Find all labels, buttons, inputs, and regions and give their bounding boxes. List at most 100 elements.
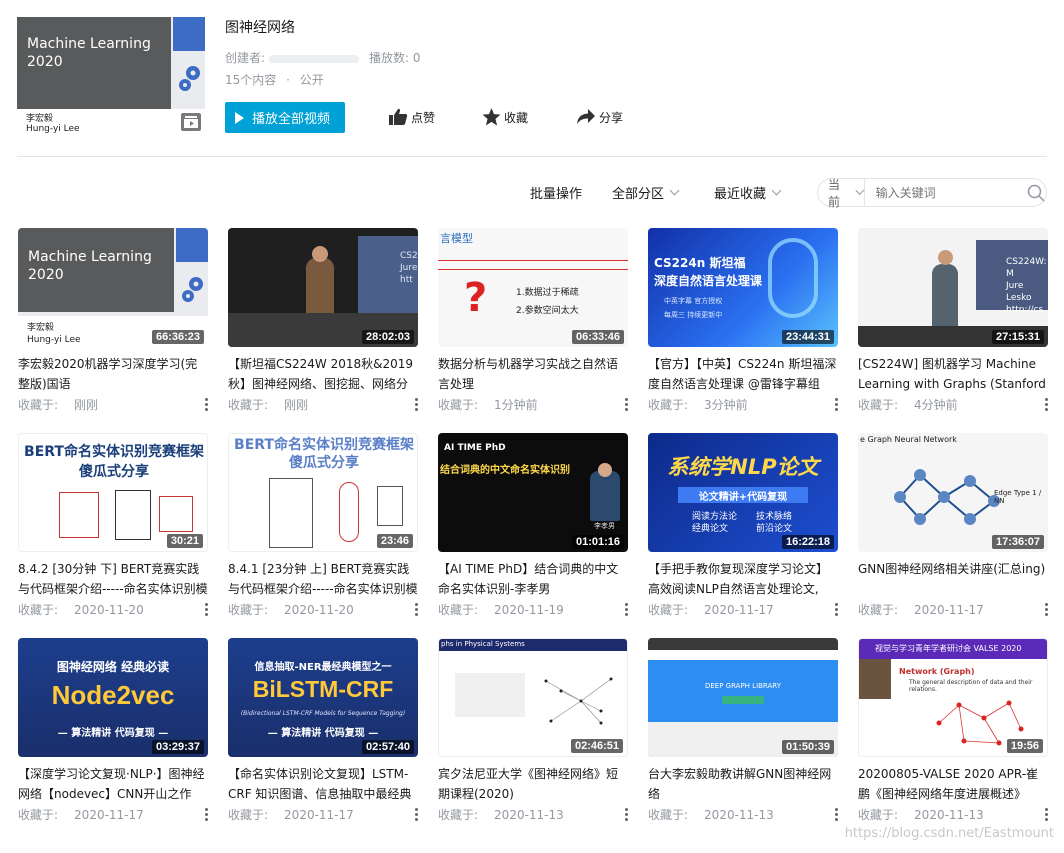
thumbnail-text-line: 阅读方法论 (692, 512, 738, 522)
video-card[interactable]: CS224W: M Jure Lesko http://cs 27:15:31 … (858, 228, 1048, 413)
video-title[interactable]: 【手把手教你复现深度学习论文】高效阅读NLP自然语言处理论文, (648, 559, 838, 599)
video-meta: 收藏于: 2020-11-17 (858, 601, 1048, 618)
favorited-date: 2020-11-17 (704, 603, 774, 617)
more-options-icon[interactable] (204, 602, 208, 617)
video-card[interactable]: 视觉与学习青年学者研讨会 VALSE 2020 Network (Graph) … (858, 638, 1048, 823)
batch-operation-button[interactable]: 批量操作 (530, 183, 582, 202)
video-thumbnail[interactable]: 系统学NLP论文 论文精讲+代码复现 阅读方法论 经典论文 技术脉络 前沿论文 … (648, 433, 838, 552)
thumbnail-text-line: 中英字幕 官方授权 (664, 297, 723, 305)
video-thumbnail[interactable]: 信息抽取-NER最经典模型之一 BiLSTM-CRF (Bidirectiona… (228, 638, 418, 757)
video-title[interactable]: 宾夕法尼亚大学《图神经网络》短期课程(2020) (438, 764, 628, 804)
more-options-icon[interactable] (414, 602, 418, 617)
more-options-icon[interactable] (624, 397, 628, 412)
more-options-icon[interactable] (414, 397, 418, 412)
cover-title-line2: 2020 (27, 54, 63, 70)
more-options-icon[interactable] (834, 602, 838, 617)
thumbnail-text-line: 言模型 (440, 232, 473, 245)
video-thumbnail[interactable]: CS224n 斯坦福 深度自然语言处理课 中英字幕 官方授权 每周三 持续更新中… (648, 228, 838, 347)
video-card[interactable]: 信息抽取-NER最经典模型之一 BiLSTM-CRF (Bidirectiona… (228, 638, 418, 823)
thumbnail-text-line: Machine Learning (28, 249, 152, 265)
thumbnail-text-line: Hung-yi Lee (27, 335, 81, 345)
like-button[interactable]: 点赞 (388, 108, 435, 126)
favorite-cover[interactable]: Machine Learning 2020 李宏毅 Hung-yi Lee (17, 17, 205, 135)
cover-dark-panel: Machine Learning 2020 (17, 17, 171, 109)
share-button[interactable]: 分享 (576, 108, 623, 126)
more-options-icon[interactable] (834, 397, 838, 412)
graph-network-diagram (894, 469, 1000, 525)
video-meta: 收藏于: 1分钟前 (438, 396, 628, 413)
video-title[interactable]: 台大李宏毅助教讲解GNN图神经网络 (648, 764, 838, 804)
video-title[interactable]: GNN图神经网络相关讲座(汇总ing) (858, 559, 1048, 599)
favorite-meta: 创建者: 播放数: 0 (225, 49, 421, 66)
video-thumbnail[interactable]: Machine Learning 2020 李宏毅 Hung-yi Lee 66… (18, 228, 208, 347)
video-duration: 30:21 (166, 534, 203, 548)
more-options-icon[interactable] (414, 807, 418, 822)
video-card[interactable]: BERT命名实体识别竞赛框架 傻瓜式分享 30:21 8.4.2 [30分钟 下… (18, 433, 208, 618)
video-thumbnail[interactable]: DEEP GRAPH LIBRARY 01:50:39 (648, 638, 838, 757)
video-title[interactable]: [CS224W] 图机器学习 Machine Learning with Gra… (858, 354, 1048, 394)
sort-dropdown[interactable]: 最近收藏 (714, 183, 782, 202)
thumbnail-text: AI TIME PhD (444, 443, 506, 453)
video-card[interactable]: ? 言模型 1.数据过于稀疏 2.参数空间太大 06:33:46 数据分析与机器… (438, 228, 628, 413)
more-options-icon[interactable] (624, 807, 628, 822)
favorited-label: 收藏于: (18, 603, 59, 617)
more-options-icon[interactable] (1044, 397, 1048, 412)
more-options-icon[interactable] (204, 397, 208, 412)
thumbnail-text-line: 经典论文 (692, 524, 729, 534)
video-card[interactable]: 图神经网络 经典必读 Node2vec — 算法精讲 代码复现 — 03:29:… (18, 638, 208, 823)
search-input[interactable] (864, 179, 1026, 206)
video-title[interactable]: 【官方】【中英】CS224n 斯坦福深度自然语言处理课 @雷锋字幕组 (648, 354, 838, 394)
star-icon (482, 108, 501, 126)
video-title[interactable]: 【斯坦福CS224W 2018秋&2019秋】图神经网络、图挖掘、网络分 (228, 354, 418, 394)
play-all-button[interactable]: 播放全部视频 (225, 102, 345, 133)
more-options-icon[interactable] (624, 602, 628, 617)
share-label: 分享 (599, 110, 624, 125)
thumbnail-subtext: Edge Type 1 / NN (994, 489, 1048, 505)
video-thumbnail[interactable]: ? 言模型 1.数据过于稀疏 2.参数空间太大 06:33:46 (438, 228, 628, 347)
video-thumbnail[interactable]: e Graph Neural Network Edge Type 1 / NN … (858, 433, 1048, 552)
video-title[interactable]: 【深度学习论文复现·NLP·】图神经网络【nodevec】CNN开山之作 (18, 764, 208, 804)
video-duration: 01:01:16 (571, 535, 624, 549)
video-card[interactable]: CS224n 斯坦福 深度自然语言处理课 中英字幕 官方授权 每周三 持续更新中… (648, 228, 838, 413)
search-button[interactable] (1026, 184, 1046, 202)
search-scope-dropdown[interactable]: 当前 (818, 178, 866, 209)
playlist-icon (181, 113, 201, 131)
more-options-icon[interactable] (1044, 602, 1048, 617)
visibility: 公开 (299, 73, 324, 87)
thumbnail-text-line: AI TIME PhD (444, 443, 506, 453)
video-card[interactable]: DEEP GRAPH LIBRARY 01:50:39 台大李宏毅助教讲解GNN… (648, 638, 838, 823)
play-count: 播放数: 0 (369, 51, 421, 65)
video-thumbnail[interactable]: BERT命名实体识别竞赛框架 傻瓜式分享 30:21 (18, 433, 208, 552)
more-options-icon[interactable] (204, 807, 208, 822)
video-thumbnail[interactable]: 视觉与学习青年学者研讨会 VALSE 2020 Network (Graph) … (858, 638, 1048, 757)
video-card[interactable]: phs in Physical Systems 02:46:51 宾夕法尼亚大学… (438, 638, 628, 823)
video-title[interactable]: 8.4.1 [23分钟 上] BERT竞赛实践与代码框架介绍-----命名实体识… (228, 559, 418, 599)
video-thumbnail[interactable]: phs in Physical Systems 02:46:51 (438, 638, 628, 757)
video-thumbnail[interactable]: CS2 Jure htt 28:02:03 (228, 228, 418, 347)
video-card[interactable]: Machine Learning 2020 李宏毅 Hung-yi Lee 66… (18, 228, 208, 413)
video-title[interactable]: 【命名实体识别论文复现】LSTM-CRF 知识图谱、信息抽取中最经典 (228, 764, 418, 804)
video-thumbnail[interactable]: BERT命名实体识别竞赛框架 傻瓜式分享 23:46 (228, 433, 418, 552)
video-thumbnail[interactable]: AI TIME PhD 结合词典的中文命名实体识别 李孝男 01:01:16 (438, 433, 628, 552)
favorited-time: 收藏于: 2020-11-20 (18, 601, 144, 618)
thumbnail-text: CS224W: M Jure Lesko http://cs (1006, 256, 1048, 316)
thumbnail-text: 信息抽取-NER最经典模型之一 (228, 658, 418, 673)
video-card[interactable]: CS2 Jure htt 28:02:03 【斯坦福CS224W 2018秋&2… (228, 228, 418, 413)
favorite-button[interactable]: 收藏 (482, 108, 528, 126)
thumbnail-text-line: 每周三 持续更新中 (664, 311, 723, 319)
video-title[interactable]: 李宏毅2020机器学习深度学习(完整版)国语 (18, 354, 208, 394)
thumbnail-text-line: 2.参数空间太大 (516, 306, 579, 316)
more-options-icon[interactable] (1044, 807, 1048, 822)
video-card[interactable]: AI TIME PhD 结合词典的中文命名实体识别 李孝男 01:01:16 【… (438, 433, 628, 618)
video-thumbnail[interactable]: CS224W: M Jure Lesko http://cs 27:15:31 (858, 228, 1048, 347)
video-card[interactable]: BERT命名实体识别竞赛框架 傻瓜式分享 23:46 8.4.1 [23分钟 上… (228, 433, 418, 618)
video-title[interactable]: 【AI TIME PhD】结合词典的中文命名实体识别-李孝男 (438, 559, 628, 599)
video-card[interactable]: e Graph Neural Network Edge Type 1 / NN … (858, 433, 1048, 618)
video-title[interactable]: 数据分析与机器学习实战之自然语言处理 (438, 354, 628, 394)
video-title[interactable]: 20200805-VALSE 2020 APR-崔鹏《图神经网络年度进展概述》 (858, 764, 1048, 804)
video-thumbnail[interactable]: 图神经网络 经典必读 Node2vec — 算法精讲 代码复现 — 03:29:… (18, 638, 208, 757)
video-card[interactable]: 系统学NLP论文 论文精讲+代码复现 阅读方法论 经典论文 技术脉络 前沿论文 … (648, 433, 838, 618)
more-options-icon[interactable] (834, 807, 838, 822)
partition-dropdown[interactable]: 全部分区 (612, 183, 680, 202)
video-title[interactable]: 8.4.2 [30分钟 下] BERT竞赛实践与代码框架介绍-----命名实体识… (18, 559, 208, 599)
